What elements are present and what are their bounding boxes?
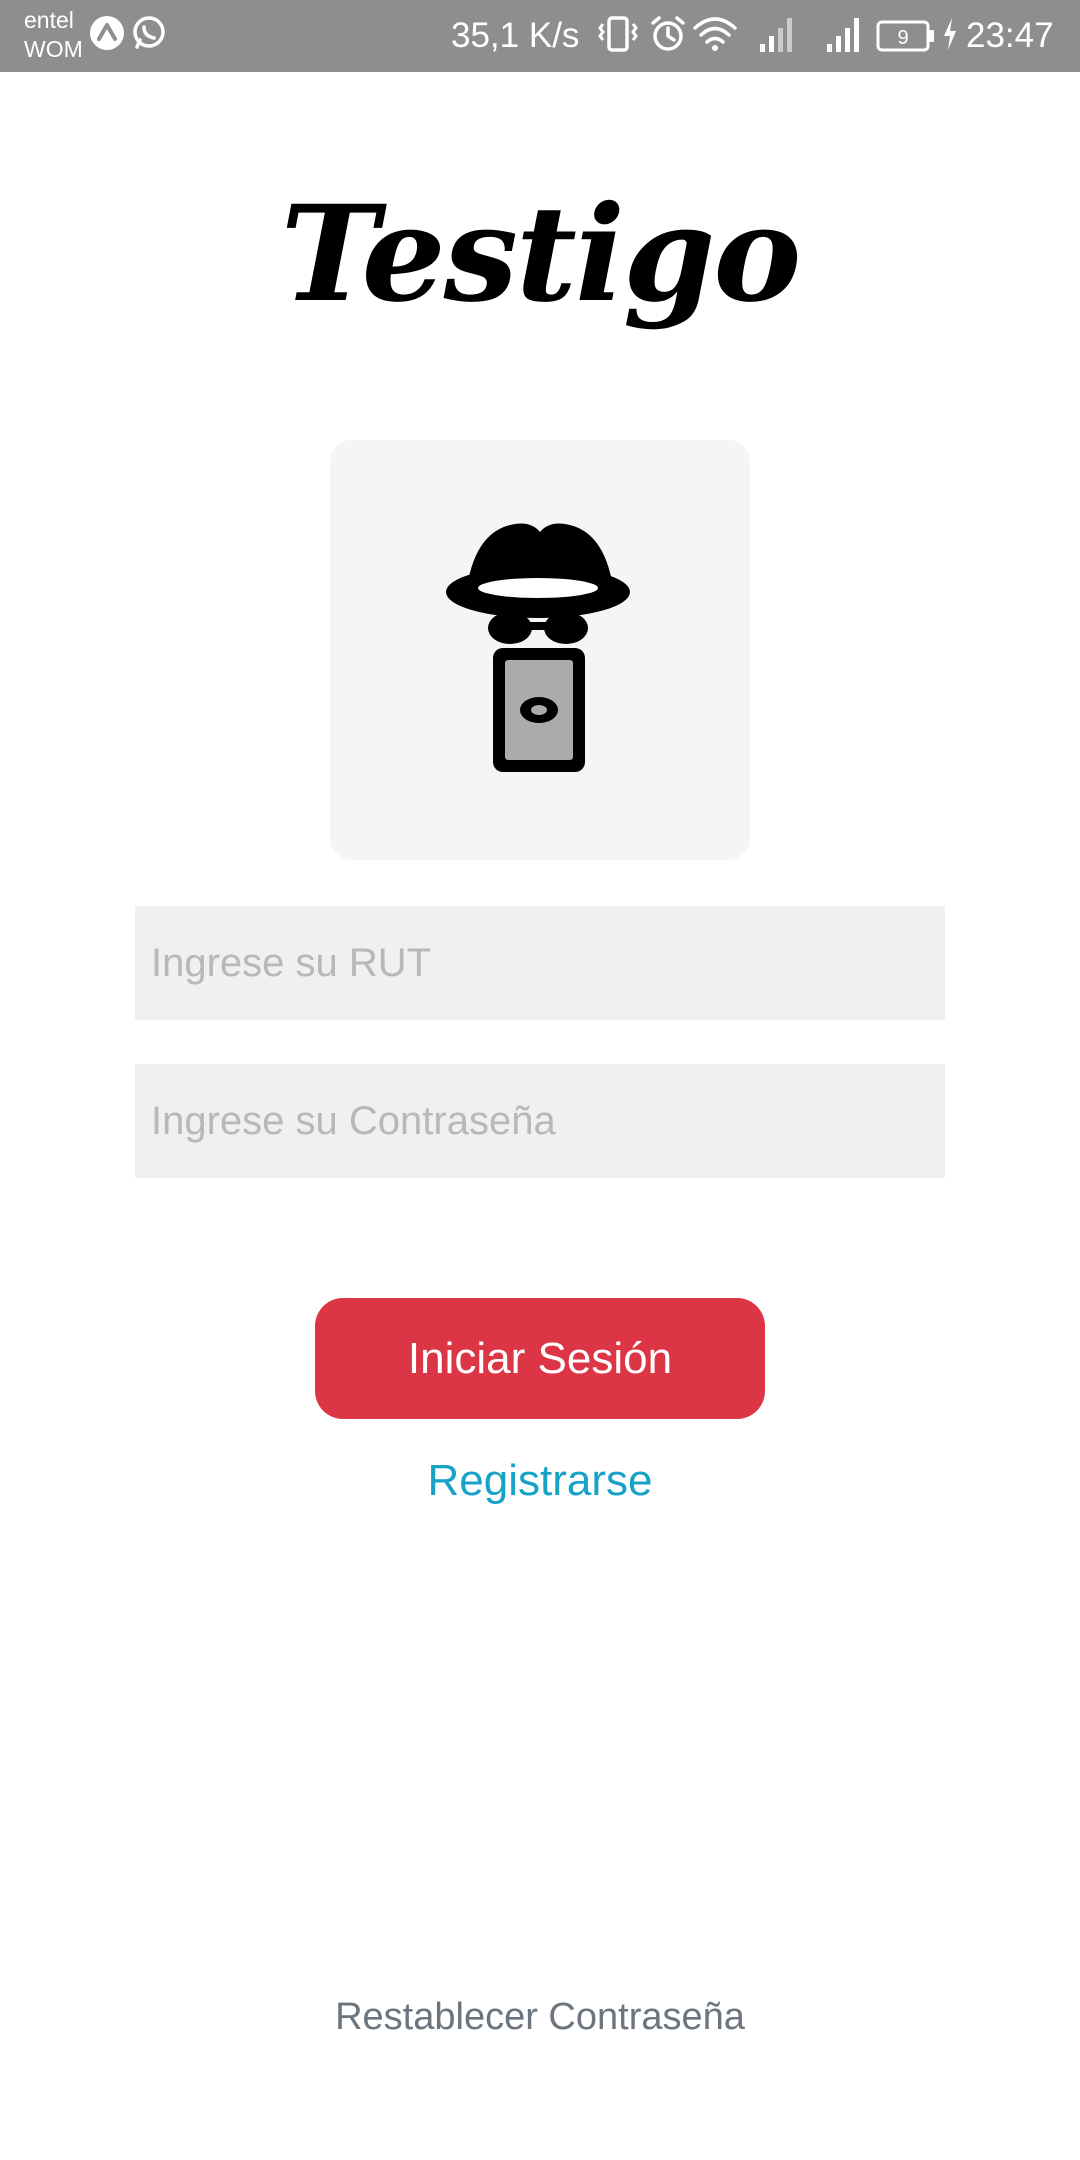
clock: 23:47 xyxy=(966,16,1054,55)
password-input[interactable] xyxy=(135,1064,945,1178)
app-a-icon xyxy=(88,14,126,57)
battery-icon: 9 xyxy=(876,20,936,57)
carrier-labels: entel WOM xyxy=(24,6,83,64)
login-screen: entel WOM 35,1 K/s 9 23:47 Testigo Ingre… xyxy=(0,0,1080,2160)
rut-input[interactable] xyxy=(135,906,945,1020)
battery-level: 9 xyxy=(897,27,908,49)
signal-icon xyxy=(758,14,798,59)
spy-phone-icon xyxy=(446,523,630,772)
status-bar: entel WOM 35,1 K/s 9 23:47 xyxy=(0,0,1080,72)
charging-icon xyxy=(940,14,960,59)
network-speed: 35,1 K/s xyxy=(451,16,580,55)
signal-icon xyxy=(825,14,865,59)
reset-password-link[interactable]: Restablecer Contraseña xyxy=(0,1991,1080,2043)
logo-card xyxy=(330,440,750,860)
whatsapp-icon xyxy=(130,14,168,57)
alarm-icon xyxy=(648,14,688,59)
carrier-1: entel xyxy=(24,7,74,33)
register-link[interactable]: Registrarse xyxy=(0,1452,1080,1510)
wifi-icon xyxy=(692,14,738,59)
app-title: Testigo xyxy=(280,177,802,332)
vibrate-icon xyxy=(596,14,640,59)
login-button[interactable]: Iniciar Sesión xyxy=(315,1298,765,1419)
carrier-2: WOM xyxy=(24,36,83,62)
